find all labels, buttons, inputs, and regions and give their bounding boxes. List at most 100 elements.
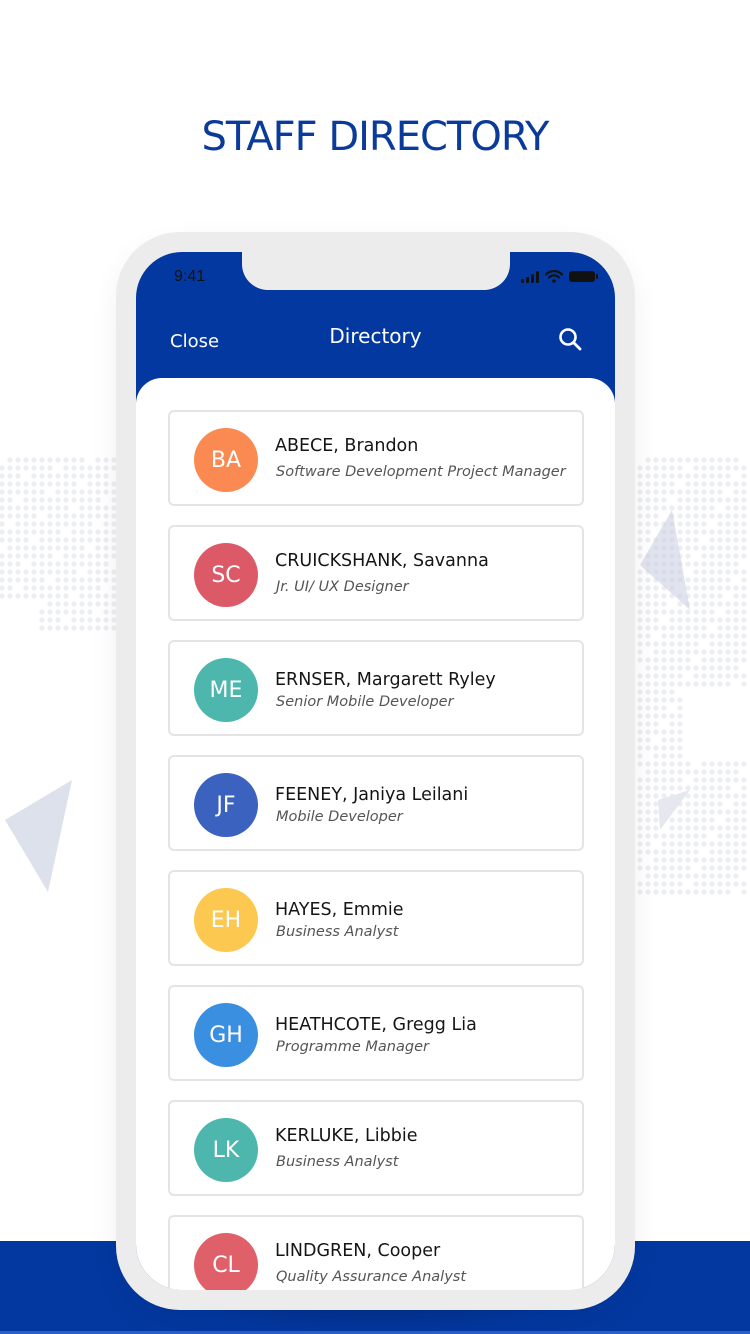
staff-name: KERLUKE, Libbie xyxy=(275,1126,418,1146)
map-dot xyxy=(637,761,643,767)
map-dot xyxy=(725,465,731,471)
map-dot xyxy=(95,489,101,495)
map-dot xyxy=(701,841,707,847)
staff-card[interactable]: BA ABECE, Brandon Software Development Pro… xyxy=(168,410,584,506)
avatar: GH xyxy=(194,1003,258,1067)
map-dot xyxy=(653,777,659,783)
map-dot xyxy=(725,681,731,687)
map-dot xyxy=(725,849,731,855)
map-dot xyxy=(733,857,739,863)
map-dot xyxy=(15,593,21,599)
map-dot xyxy=(55,497,61,503)
map-dot xyxy=(701,649,707,655)
map-dot xyxy=(645,609,651,615)
search-icon[interactable] xyxy=(557,326,585,354)
map-dot xyxy=(701,625,707,631)
map-dot xyxy=(71,553,77,559)
map-dot xyxy=(645,673,651,679)
map-dot xyxy=(717,577,723,583)
map-dot xyxy=(717,593,723,599)
map-dot xyxy=(653,489,659,495)
map-dot xyxy=(637,721,643,727)
map-dot xyxy=(709,665,715,671)
staff-card[interactable]: ME ERNSER, Margarett Ryley Senior Mobile D… xyxy=(168,640,584,736)
map-dot xyxy=(15,481,21,487)
map-dot xyxy=(701,657,707,663)
map-dot xyxy=(7,497,13,503)
map-dot xyxy=(63,553,69,559)
map-dot xyxy=(693,681,699,687)
map-dot xyxy=(39,505,45,511)
map-dot xyxy=(645,721,651,727)
map-dot xyxy=(701,665,707,671)
map-dot xyxy=(31,553,37,559)
map-dot xyxy=(661,769,667,775)
map-dot xyxy=(653,625,659,631)
map-dot xyxy=(685,625,691,631)
map-dot xyxy=(669,657,675,663)
map-dot xyxy=(709,489,715,495)
map-dot xyxy=(685,505,691,511)
map-dot xyxy=(39,465,45,471)
map-dot xyxy=(87,497,93,503)
map-dot xyxy=(63,497,69,503)
map-dot xyxy=(7,593,13,599)
map-dot xyxy=(717,881,723,887)
staff-card[interactable]: GH HEATHCOTE, Gregg Lia Programme Manager xyxy=(168,985,584,1081)
map-dot xyxy=(693,673,699,679)
staff-card[interactable]: CL LINDGREN, Cooper Quality Assurance Anal… xyxy=(168,1215,584,1290)
map-dot xyxy=(693,513,699,519)
map-dot xyxy=(87,481,93,487)
map-dot xyxy=(709,769,715,775)
map-dot xyxy=(669,617,675,623)
map-dot xyxy=(701,769,707,775)
map-dot xyxy=(103,537,109,543)
map-dot xyxy=(725,473,731,479)
map-dot xyxy=(661,649,667,655)
map-dot xyxy=(677,713,683,719)
map-dot xyxy=(733,505,739,511)
staff-card[interactable]: SC CRUICKSHANK, Savanna Jr. UI/ UX Designe… xyxy=(168,525,584,621)
map-dot xyxy=(733,553,739,559)
map-dot xyxy=(725,505,731,511)
map-dot xyxy=(669,841,675,847)
map-dot xyxy=(637,745,643,751)
map-dot xyxy=(693,489,699,495)
map-dot xyxy=(693,633,699,639)
map-dot xyxy=(79,585,85,591)
map-dot xyxy=(71,473,77,479)
close-button[interactable]: Close xyxy=(170,331,219,352)
map-dot xyxy=(79,609,85,615)
map-dot xyxy=(733,537,739,543)
map-dot xyxy=(79,577,85,583)
map-dot xyxy=(677,729,683,735)
map-dot xyxy=(709,849,715,855)
map-dot xyxy=(741,841,747,847)
map-dot xyxy=(693,857,699,863)
map-dot xyxy=(645,657,651,663)
staff-card[interactable]: LK KERLUKE, Libbie Business Analyst xyxy=(168,1100,584,1196)
map-dot xyxy=(717,481,723,487)
map-dot xyxy=(23,481,29,487)
map-dot xyxy=(661,593,667,599)
map-dot xyxy=(741,513,747,519)
staff-role: Quality Assurance Analyst xyxy=(276,1269,467,1285)
map-dot xyxy=(79,593,85,599)
map-dot xyxy=(31,489,37,495)
map-dot xyxy=(653,769,659,775)
map-dot xyxy=(685,633,691,639)
staff-card[interactable]: EH HAYES, Emmie Business Analyst xyxy=(168,870,584,966)
map-dot xyxy=(47,529,53,535)
map-dot xyxy=(637,689,643,695)
map-dot xyxy=(693,593,699,599)
map-dot xyxy=(733,873,739,879)
map-dot xyxy=(717,873,723,879)
map-dot xyxy=(725,529,731,535)
map-dot xyxy=(63,593,69,599)
map-dot xyxy=(71,601,77,607)
map-dot xyxy=(47,625,53,631)
map-dot xyxy=(645,865,651,871)
map-dot xyxy=(103,521,109,527)
staff-card[interactable]: JF FEENEY, Janiya Leilani Mobile Developer xyxy=(168,755,584,851)
map-dot xyxy=(693,649,699,655)
